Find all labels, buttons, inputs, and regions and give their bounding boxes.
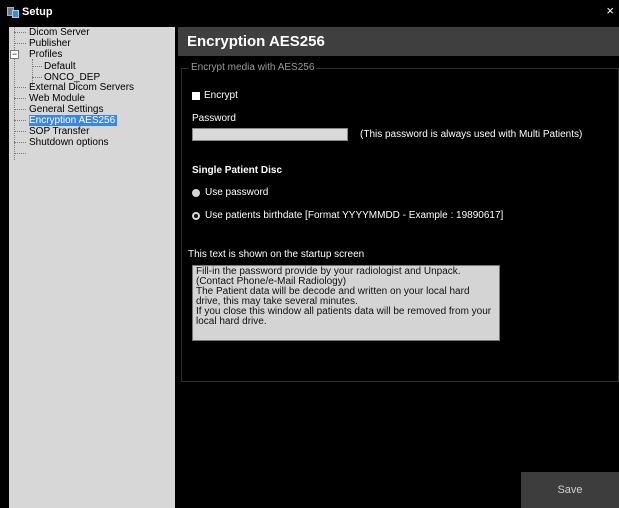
sidebar-item-encryption-aes256[interactable]: Encryption AES256	[29, 115, 118, 126]
page-title: Encryption AES256	[187, 33, 325, 50]
panel-header: Encryption AES256	[178, 27, 619, 56]
tree-connector	[14, 153, 26, 154]
tree-connector	[14, 142, 26, 143]
use-password-radio[interactable]	[192, 188, 200, 197]
tree-connector	[14, 87, 26, 88]
tree-connector	[14, 131, 26, 132]
group-legend: Encrypt media with AES256	[189, 62, 317, 73]
collapse-icon[interactable]: −	[10, 50, 19, 59]
tree-connector	[14, 27, 15, 160]
tree-connector	[14, 109, 26, 110]
tree-connector	[14, 120, 26, 121]
sidebar-item-shutdown-options[interactable]: Shutdown options	[29, 137, 109, 148]
password-field[interactable]	[192, 128, 348, 141]
use-birthdate-option[interactable]: Use patients birthdate [Format YYYYMMDD …	[192, 210, 503, 221]
tree-connector	[14, 98, 26, 99]
use-password-option[interactable]: Use password	[192, 187, 268, 198]
encrypt-option[interactable]: Encrypt	[192, 90, 238, 101]
settings-panel: Encryption AES256 Encrypt media with AES…	[178, 27, 619, 508]
use-birthdate-radio[interactable]	[192, 211, 200, 220]
title-bar: Setup ×	[0, 0, 619, 24]
encrypt-label: Encrypt	[204, 90, 238, 101]
tree-connector	[14, 32, 26, 33]
sidebar-item-web-module[interactable]: Web Module	[29, 93, 85, 104]
tree-connector	[32, 77, 42, 78]
encrypt-checkbox[interactable]	[192, 91, 200, 100]
sidebar-item-general-settings[interactable]: General Settings	[29, 104, 104, 115]
startup-text-field[interactable]: Fill-in the password provide by your rad…	[192, 265, 500, 341]
tree-connector	[32, 66, 42, 67]
window-title: Setup	[22, 6, 53, 18]
sidebar-item-publisher[interactable]: Publisher	[29, 38, 71, 49]
close-icon[interactable]: ×	[606, 4, 614, 18]
sidebar-item-external-dicom-servers[interactable]: External Dicom Servers	[29, 82, 134, 93]
save-button[interactable]: Save	[521, 472, 619, 508]
tree-connector	[14, 43, 26, 44]
single-patient-disc-title: Single Patient Disc	[192, 165, 283, 176]
use-password-label: Use password	[205, 187, 269, 198]
password-label: Password	[192, 113, 236, 124]
sidebar-item-default[interactable]: Default	[44, 61, 76, 72]
sidebar-item-dicom-server[interactable]: Dicom Server	[29, 27, 90, 38]
password-note: (This password is always used with Multi…	[360, 129, 583, 140]
sidebar-item-sop-transfer[interactable]: SOP Transfer	[29, 126, 89, 137]
startup-text-label: This text is shown on the startup screen	[188, 249, 365, 260]
use-birthdate-label: Use patients birthdate [Format YYYYMMDD …	[205, 210, 504, 221]
setup-app-icon	[7, 6, 19, 18]
sidebar-item-profiles[interactable]: Profiles	[29, 49, 62, 60]
settings-tree: − Dicom Server Publisher Profiles Defaul…	[9, 27, 175, 508]
